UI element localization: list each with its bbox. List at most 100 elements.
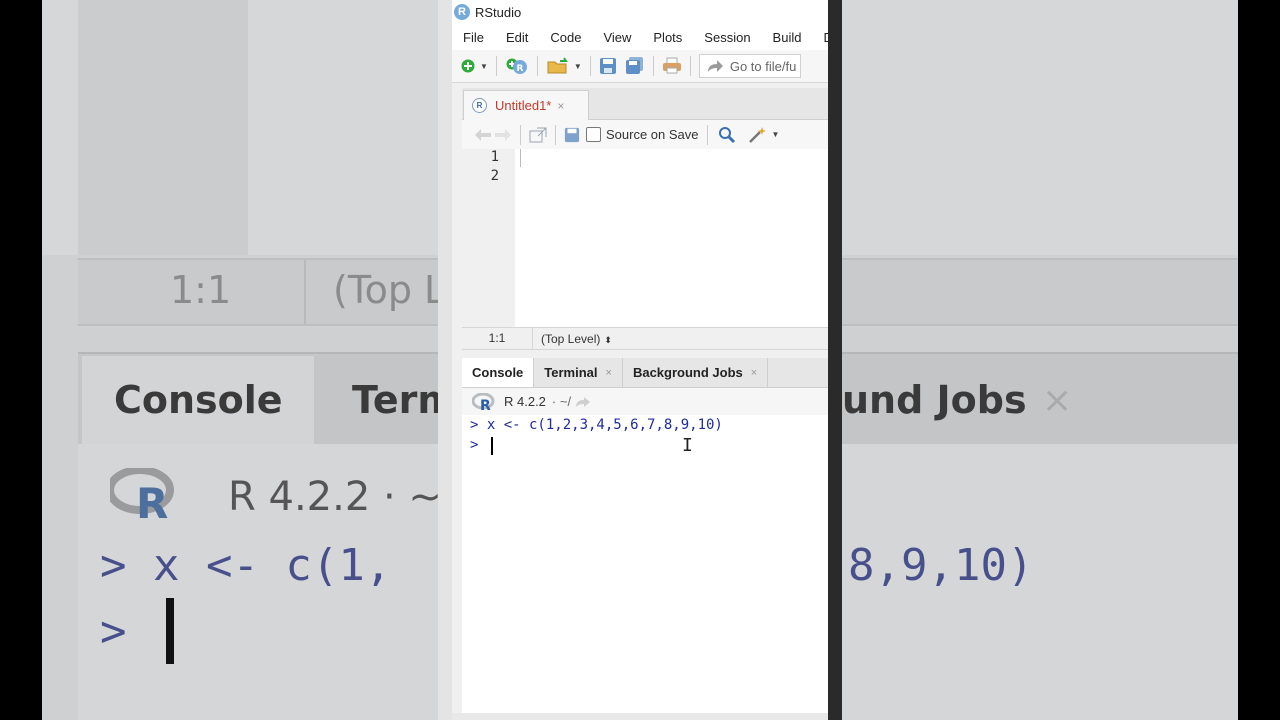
chevron-down-icon: ▼ — [771, 130, 780, 139]
scope-selector[interactable]: (Top Level) ⬍ — [541, 332, 612, 346]
r-version: R 4.2.2 — [504, 394, 546, 409]
popout-icon — [529, 127, 547, 142]
bg-code-line1-right: 8,9,10) — [848, 540, 1034, 591]
new-file-button[interactable]: ▼ — [460, 58, 488, 74]
close-icon[interactable]: × — [606, 367, 612, 379]
toolbar-divider — [689, 56, 691, 76]
toolbar-divider — [555, 124, 556, 145]
menu-file[interactable]: File — [452, 30, 495, 45]
svg-text:R: R — [480, 398, 491, 411]
main-toolbar: ▼ R ▼ Go to file/fu — [452, 50, 828, 83]
r-script-icon: R — [472, 98, 487, 113]
editor-status-bar: 1:1 (Top Level) ⬍ — [462, 327, 828, 350]
menu-debug[interactable]: D — [812, 30, 828, 45]
save-icon — [564, 127, 580, 142]
menu-bar: File Edit Code View Plots Session Build … — [452, 24, 828, 50]
save-button[interactable] — [599, 57, 617, 75]
toolbar-divider — [495, 56, 497, 76]
code-editor[interactable] — [515, 149, 828, 327]
menu-view[interactable]: View — [592, 30, 642, 45]
editor-cursor — [520, 149, 521, 167]
chevron-down-icon: ▼ — [480, 61, 488, 71]
tab-untitled1[interactable]: R Untitled1* × — [463, 90, 589, 120]
tab-title: Untitled1* — [495, 98, 552, 113]
search-icon — [718, 126, 735, 143]
menu-plots[interactable]: Plots — [642, 30, 693, 45]
editor-save-button[interactable] — [564, 127, 580, 143]
bg-tab-console-label: Console — [114, 378, 283, 422]
source-on-save-label: Source on Save — [606, 127, 699, 142]
line-number: 1 — [490, 149, 499, 165]
arrow-left-icon — [475, 128, 491, 141]
arrow-right-icon — [495, 128, 511, 141]
bg-gutter — [78, 0, 248, 255]
go-to-file-placeholder: Go to file/fu — [729, 58, 797, 74]
menu-build[interactable]: Build — [762, 30, 813, 45]
go-to-arrow-icon — [707, 60, 723, 72]
bg-version: R 4.2.2 · ~ — [228, 474, 442, 520]
close-icon[interactable]: × — [557, 99, 564, 113]
bg-status-position: 1:1 — [170, 268, 232, 312]
bg-close-icon: × — [1042, 380, 1073, 421]
bg-r-logo-icon: R — [106, 466, 178, 528]
tab-label: Console — [472, 365, 524, 380]
svg-text:R: R — [516, 64, 523, 74]
window-bottom-edge — [452, 713, 828, 720]
console-line: > x <- c(1,2,3,4,5,6,7,8,9,10) — [470, 417, 723, 433]
mouse-ibeam-cursor-icon: I — [682, 435, 693, 456]
updown-arrows-icon: ⬍ — [604, 334, 612, 345]
console-output[interactable]: > x <- c(1,2,3,4,5,6,7,8,9,10) > I — [462, 415, 828, 713]
new-project-button[interactable]: R — [505, 57, 529, 75]
open-folder-icon — [547, 57, 568, 74]
chevron-down-icon: ▼ — [573, 61, 582, 71]
cursor-position: 1:1 — [462, 328, 533, 349]
tab-terminal[interactable]: Terminal × — [534, 358, 623, 387]
save-all-icon — [625, 57, 643, 74]
back-button[interactable] — [474, 128, 492, 142]
window-title: RStudio — [475, 4, 522, 20]
toolbar-divider — [536, 56, 538, 76]
new-file-icon — [461, 59, 475, 73]
console-header: R R 4.2.2 · ~/ — [462, 388, 828, 416]
line-number-gutter: 1 2 — [462, 149, 515, 327]
rstudio-app-icon: R — [454, 4, 470, 20]
window-left-edge — [438, 0, 452, 720]
go-to-directory-icon[interactable] — [575, 396, 591, 408]
menu-session[interactable]: Session — [693, 30, 761, 45]
show-in-window-button[interactable] — [529, 127, 547, 143]
find-button[interactable] — [718, 126, 736, 144]
toolbar-divider — [589, 56, 591, 76]
console-cursor — [491, 437, 493, 455]
save-all-button[interactable] — [625, 57, 645, 75]
new-project-icon: R — [506, 58, 527, 74]
close-icon[interactable]: × — [751, 367, 757, 379]
menu-code[interactable]: Code — [539, 30, 592, 45]
tab-background-jobs[interactable]: Background Jobs × — [623, 358, 769, 387]
save-icon — [599, 58, 616, 74]
console-tab-strip: Console Terminal × Background Jobs × — [462, 358, 828, 388]
print-button[interactable] — [662, 57, 682, 75]
r-logo-icon: R — [472, 392, 496, 411]
toolbar-divider — [706, 124, 708, 145]
bg-status-scope: (Top L — [333, 268, 446, 312]
bg-code-line1-left: > x <- c(1, — [100, 540, 392, 591]
line-number: 2 — [490, 168, 499, 184]
tab-label: Background Jobs — [632, 365, 743, 380]
tab-label: Terminal — [544, 365, 598, 380]
tab-console[interactable]: Console — [462, 358, 535, 387]
open-file-button[interactable]: ▼ — [546, 57, 582, 75]
source-on-save-checkbox[interactable] — [586, 127, 601, 142]
forward-button[interactable] — [494, 128, 512, 142]
console-prompt: > — [470, 437, 487, 453]
title-bar: R RStudio — [452, 0, 828, 24]
window-right-edge — [828, 0, 842, 720]
toolbar-divider — [520, 124, 521, 145]
code-tools-button[interactable]: ▼ — [748, 126, 780, 144]
bg-text-cursor — [166, 598, 174, 664]
editor-tab-strip: R Untitled1* × — [462, 88, 828, 120]
go-to-file-input[interactable]: Go to file/fu — [698, 54, 802, 78]
rstudio-window: R RStudio File Edit Code View Plots Sess… — [438, 0, 842, 720]
bg-code-line2: > — [100, 606, 127, 657]
working-directory: · ~/ — [551, 394, 572, 409]
menu-edit[interactable]: Edit — [495, 30, 539, 45]
